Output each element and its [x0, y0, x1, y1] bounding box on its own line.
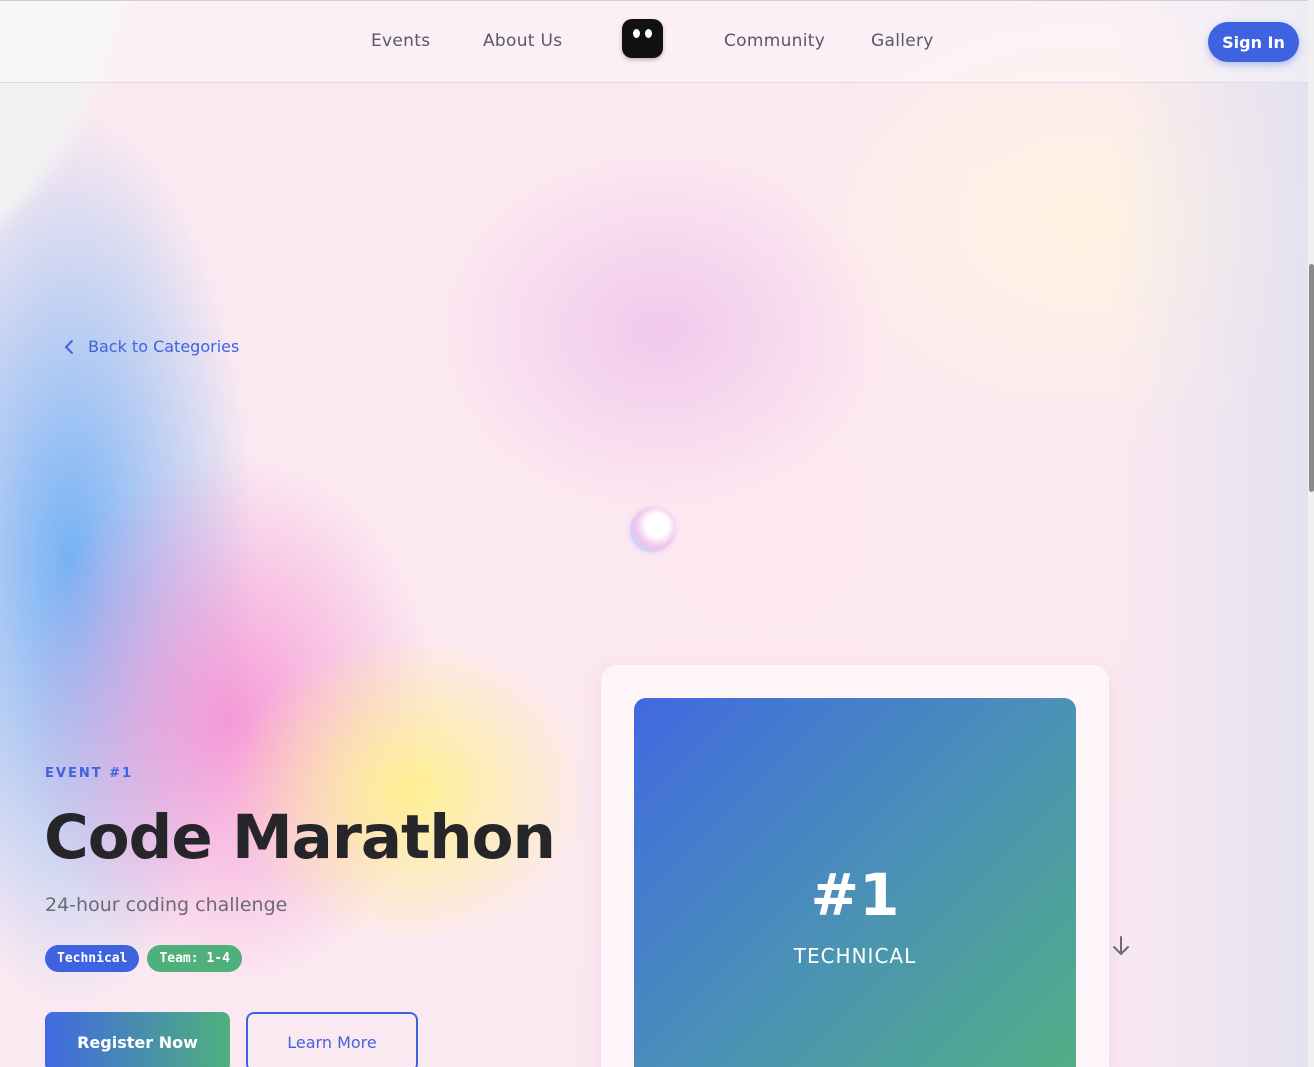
- arrow-down-icon[interactable]: [1111, 935, 1131, 961]
- robot-face-icon[interactable]: [622, 19, 663, 58]
- nav-link-events[interactable]: Events: [371, 31, 430, 51]
- register-now-button[interactable]: Register Now: [45, 1012, 230, 1067]
- back-to-categories-link[interactable]: Back to Categories: [62, 337, 239, 356]
- event-subtitle: 24-hour coding challenge: [45, 894, 288, 916]
- event-kicker: EVENT #1: [45, 766, 134, 781]
- back-link-label: Back to Categories: [88, 337, 240, 356]
- card-number: #1: [810, 861, 900, 929]
- event-tags: Technical Team: 1-4: [45, 945, 242, 972]
- learn-more-button[interactable]: Learn More: [246, 1012, 418, 1067]
- logo-eye-left: [633, 29, 640, 38]
- scrollbar-thumb[interactable]: [1309, 264, 1314, 492]
- tag-category: Technical: [45, 945, 140, 972]
- event-card: #1 TECHNICAL: [634, 698, 1076, 1067]
- chevron-left-icon: [65, 339, 73, 354]
- sign-in-button[interactable]: Sign In: [1208, 22, 1299, 62]
- top-navbar: Events About Us Community Gallery Sign I…: [0, 0, 1308, 83]
- floating-blob: [630, 508, 675, 552]
- nav-link-gallery[interactable]: Gallery: [871, 31, 934, 51]
- scrollbar-track[interactable]: [1308, 0, 1314, 1067]
- nav-link-about-us[interactable]: About Us: [483, 31, 562, 51]
- event-title: Code Marathon: [44, 802, 556, 873]
- card-category: TECHNICAL: [793, 944, 917, 968]
- logo-eye-right: [645, 29, 652, 38]
- background-edge: [1114, 0, 1314, 1067]
- nav-link-community[interactable]: Community: [724, 31, 825, 51]
- tag-team-size: Team: 1-4: [147, 945, 242, 972]
